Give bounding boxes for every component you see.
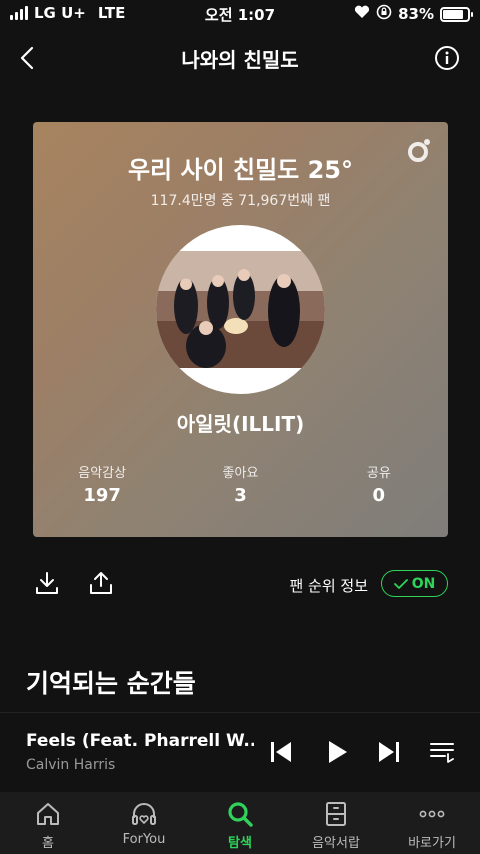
play-icon bbox=[329, 741, 347, 763]
stat-label: 음악감상 bbox=[78, 466, 127, 481]
stat-shares: 공유 0 bbox=[310, 462, 448, 506]
stat-likes: 좋아요 3 bbox=[171, 462, 309, 506]
tab-label: 홈 bbox=[42, 836, 54, 851]
battery-percent: 83% bbox=[398, 5, 434, 23]
stats-row: 음악감상 197 좋아요 3 공유 0 bbox=[33, 462, 448, 506]
home-icon bbox=[37, 803, 59, 825]
intimacy-card: 우리 사이 친밀도 25° 117.4만명 중 71,967번째 팬 아일릿(I… bbox=[33, 122, 448, 537]
share-button[interactable] bbox=[88, 570, 114, 596]
fan-rank-toggle[interactable]: ON bbox=[381, 570, 448, 597]
share-icon bbox=[90, 572, 112, 594]
status-right: 83% bbox=[354, 4, 473, 24]
more-icon bbox=[419, 810, 445, 818]
stat-value: 3 bbox=[234, 485, 247, 506]
previous-button[interactable] bbox=[268, 739, 294, 765]
stat-label: 좋아요 bbox=[222, 466, 259, 481]
tab-bar: 홈 ForYou 탐색 음악서랍 바로가기 bbox=[0, 792, 480, 854]
tab-home[interactable]: 홈 bbox=[0, 792, 96, 854]
info-button[interactable] bbox=[434, 45, 460, 71]
artist-name: 아일릿(ILLIT) bbox=[176, 412, 305, 436]
check-icon bbox=[393, 578, 408, 589]
mini-player[interactable]: Feels (Feat. Pharrell W... Calvin Harris bbox=[0, 712, 480, 792]
download-button[interactable] bbox=[34, 570, 60, 596]
drawer-icon bbox=[326, 802, 346, 826]
stat-value: 197 bbox=[83, 485, 121, 506]
previous-icon bbox=[271, 742, 291, 762]
next-icon bbox=[379, 742, 399, 762]
orientation-lock-icon bbox=[376, 4, 392, 24]
search-icon bbox=[228, 802, 253, 827]
tab-label: 음악서랍 bbox=[312, 836, 360, 851]
playlist-icon bbox=[430, 743, 454, 763]
tab-search[interactable]: 탐색 bbox=[192, 792, 288, 854]
tab-foryou[interactable]: ForYou bbox=[96, 792, 192, 854]
actions-row: 팬 순위 정보 ON bbox=[0, 566, 480, 602]
stat-listens: 음악감상 197 bbox=[33, 462, 171, 506]
tab-label: 탐색 bbox=[228, 836, 252, 851]
stat-value: 0 bbox=[372, 485, 386, 506]
battery-icon bbox=[440, 6, 473, 22]
intimacy-headline: 우리 사이 친밀도 25° bbox=[33, 150, 448, 185]
song-title[interactable]: Feels (Feat. Pharrell W... bbox=[26, 731, 254, 751]
intimacy-value: 25° bbox=[307, 156, 354, 184]
intimacy-headline-label: 우리 사이 친밀도 bbox=[127, 156, 308, 184]
status-bar: LG U+ LTE 오전 1:07 83% bbox=[0, 0, 480, 28]
tab-label: ForYou bbox=[122, 832, 166, 847]
nav-bar: 나와의 친밀도 bbox=[0, 36, 480, 80]
page-title: 나와의 친밀도 bbox=[181, 48, 299, 72]
stat-label: 공유 bbox=[366, 466, 391, 481]
heart-icon bbox=[354, 5, 370, 23]
artist-photo bbox=[156, 225, 325, 394]
toggle-label: ON bbox=[411, 575, 436, 592]
fan-rank-info-label: 팬 순위 정보 bbox=[289, 577, 368, 595]
section-title: 기억되는 순간들 bbox=[26, 669, 196, 698]
play-button[interactable] bbox=[324, 739, 350, 765]
next-button[interactable] bbox=[376, 739, 402, 765]
tab-shortcuts[interactable]: 바로가기 bbox=[384, 792, 480, 854]
download-icon bbox=[36, 572, 58, 594]
tab-drawer[interactable]: 음악서랍 bbox=[288, 792, 384, 854]
tab-label: 바로가기 bbox=[408, 836, 456, 851]
playlist-button[interactable] bbox=[429, 739, 455, 765]
song-artist: Calvin Harris bbox=[26, 757, 116, 773]
info-icon bbox=[435, 46, 459, 70]
fan-rank-subtitle: 117.4만명 중 71,967번째 팬 bbox=[150, 193, 331, 209]
headphones-heart-icon bbox=[132, 803, 156, 825]
